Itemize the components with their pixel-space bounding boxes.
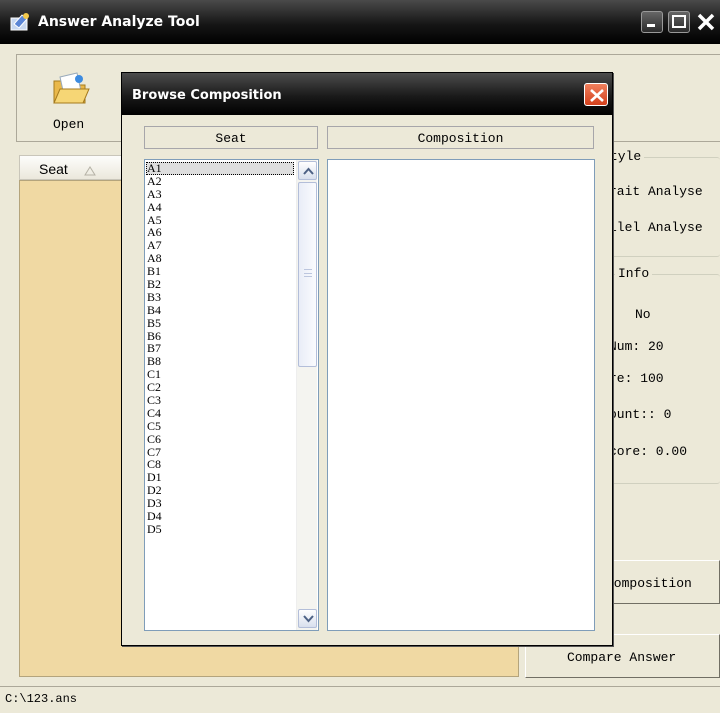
open-folder-icon — [51, 71, 91, 107]
seat-list-item[interactable]: C4 — [146, 407, 294, 420]
maximize-button[interactable] — [668, 11, 690, 33]
seat-list-item[interactable]: C1 — [146, 368, 294, 381]
style-option-2[interactable]: llel Analyse — [609, 220, 703, 235]
seat-list-item[interactable]: B8 — [146, 355, 294, 368]
seat-listbox[interactable]: A1 A2 A3 A4 A5 A6 A7 A8 B1 B2 B3 B4 B5 B6 B7 B8 C1 C2 C3 C4… — [144, 159, 319, 631]
seat-list-item[interactable]: A1 — [146, 162, 294, 175]
seat-list-item[interactable]: C5 — [146, 419, 294, 433]
seat-list-item[interactable]: D2 — [146, 484, 294, 497]
seat-column-header[interactable]: Seat — [19, 155, 129, 180]
browse-composition-dialog: Browse Composition Seat Composition A1 A2… — [121, 72, 613, 646]
browse-composition-button[interactable]: Composition — [600, 560, 720, 604]
seat-list-item[interactable]: B1 — [146, 265, 294, 278]
seat-list-item[interactable]: D4 — [146, 510, 294, 523]
scroll-thumb[interactable] — [298, 182, 317, 367]
seat-list-item[interactable]: B7 — [146, 342, 294, 355]
minimize-button[interactable] — [641, 11, 663, 33]
seat-list-item[interactable]: B6 — [146, 329, 294, 343]
app-icon — [10, 12, 32, 32]
composition-text-box[interactable] — [327, 159, 595, 631]
info-line-3: re: 100 — [609, 371, 664, 386]
seat-list-item[interactable]: B4 — [146, 303, 294, 317]
info-line-5: core: 0.00 — [609, 444, 688, 459]
seat-list-item[interactable]: B5 — [146, 316, 294, 330]
close-button[interactable] — [694, 11, 720, 33]
seat-list-item[interactable]: A2 — [146, 174, 294, 188]
seat-list-item[interactable]: C2 — [146, 381, 294, 394]
seat-scrollbar[interactable] — [296, 160, 317, 630]
status-file-path: C:\123.ans — [5, 692, 78, 706]
dialog-titlebar[interactable]: Browse Composition — [122, 73, 612, 115]
scroll-up-button[interactable] — [298, 161, 317, 180]
seat-list-item[interactable]: B2 — [146, 278, 294, 291]
seat-items: A1 A2 A3 A4 A5 A6 A7 A8 B1 B2 B3 B4 B5 B6 B7 B8 C1 C2 C3 C4… — [146, 162, 294, 536]
seat-list-item[interactable]: B3 — [146, 291, 294, 304]
info-group-title: Info — [615, 266, 653, 281]
seat-column-header[interactable]: Seat — [144, 126, 318, 149]
scroll-down-button[interactable] — [298, 609, 317, 628]
info-line-1: No — [635, 307, 651, 322]
minimize-icon — [647, 24, 655, 27]
seat-list-item[interactable]: C6 — [146, 432, 294, 446]
info-line-4: ount:: 0 — [609, 407, 672, 422]
info-group: Info No Num: 20 re: 100 ount:: 0 core: 0… — [598, 266, 720, 484]
dialog-title: Browse Composition — [132, 88, 282, 103]
style-option-1[interactable]: rait Analyse — [609, 184, 703, 199]
main-titlebar[interactable]: Answer Analyze Tool — [0, 0, 720, 44]
seat-list-item[interactable]: A5 — [146, 213, 294, 227]
chevron-up-icon — [303, 167, 314, 175]
seat-list-item[interactable]: C3 — [146, 394, 294, 407]
dialog-close-button[interactable] — [584, 83, 608, 106]
seat-list-item[interactable]: A8 — [146, 252, 294, 265]
seat-list-item[interactable]: D1 — [146, 471, 294, 484]
seat-list-item[interactable]: D3 — [146, 497, 294, 510]
open-button[interactable]: Open — [37, 59, 105, 137]
sort-up-icon — [84, 163, 96, 179]
composition-column-header[interactable]: Composition — [327, 126, 594, 149]
seat-header-label: Seat — [39, 161, 68, 177]
close-icon — [697, 13, 715, 31]
seat-list-item[interactable]: A6 — [146, 226, 294, 239]
seat-list-item[interactable]: A7 — [146, 239, 294, 252]
seat-list-item[interactable]: A4 — [146, 200, 294, 214]
window-title: Answer Analyze Tool — [38, 14, 200, 30]
open-label: Open — [53, 117, 85, 132]
seat-list-item[interactable]: A3 — [146, 187, 294, 201]
seat-list-item[interactable]: D5 — [146, 523, 294, 536]
seat-list-item[interactable]: C7 — [146, 445, 294, 459]
close-icon — [590, 89, 604, 102]
chevron-down-icon — [303, 615, 314, 623]
info-line-2: Num: 20 — [609, 339, 664, 354]
analyse-style-group: tyle rait Analyse llel Analyse — [598, 149, 720, 257]
seat-list-item[interactable]: C8 — [146, 458, 294, 471]
maximize-icon — [672, 15, 686, 28]
status-bar: C:\123.ans — [0, 686, 720, 713]
